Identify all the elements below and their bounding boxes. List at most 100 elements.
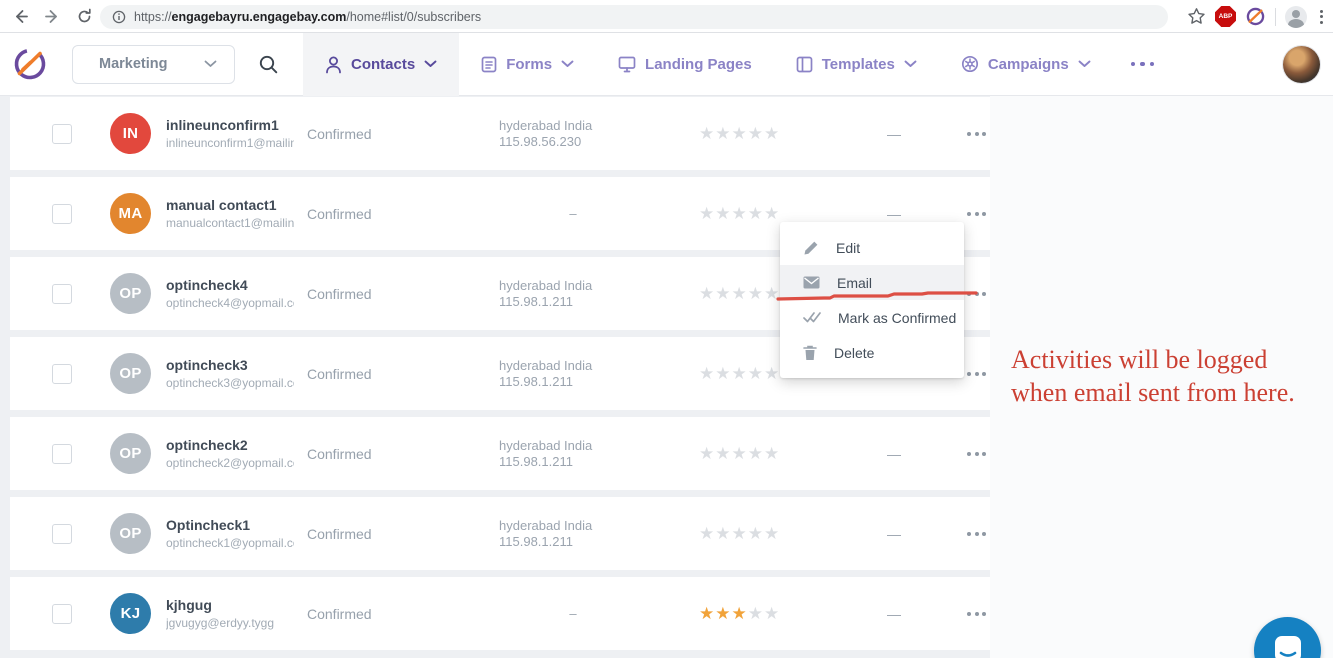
star-empty-icon[interactable]: ★ — [699, 525, 714, 542]
star-empty-icon[interactable]: ★ — [715, 445, 730, 462]
star-rating[interactable]: ★★★★★ — [699, 205, 795, 222]
contact-location: hyderabad India115.98.1.211 — [499, 518, 647, 550]
row-actions-icon[interactable] — [963, 532, 990, 536]
star-empty-icon[interactable]: ★ — [732, 205, 747, 222]
info-icon[interactable] — [112, 10, 126, 24]
browser-toolbar: https://engagebayru.engagebay.com/home#l… — [0, 0, 1333, 33]
browser-menu-icon[interactable] — [1316, 10, 1327, 24]
star-empty-icon[interactable]: ★ — [748, 365, 763, 382]
app-navbar: Marketing Contacts Forms Landing Pages — [0, 33, 1333, 96]
star-rating[interactable]: ★★★★★ — [699, 125, 795, 142]
star-filled-icon[interactable]: ★ — [715, 605, 730, 622]
trash-icon — [803, 345, 817, 361]
row-actions-icon[interactable] — [963, 372, 990, 376]
address-bar[interactable]: https://engagebayru.engagebay.com/home#l… — [100, 5, 1168, 29]
contact-row[interactable]: OP optincheck2 optincheck2@yopmail.co...… — [10, 417, 990, 490]
contact-row[interactable]: IN inlineunconfirm1 inlineunconfirm1@mai… — [10, 97, 990, 170]
workspace-dropdown[interactable]: Marketing — [72, 45, 235, 84]
star-empty-icon[interactable]: ★ — [732, 525, 747, 542]
contact-email: optincheck2@yopmail.co... — [166, 456, 294, 470]
form-icon — [481, 56, 497, 73]
chevron-down-icon — [904, 60, 917, 68]
star-empty-icon[interactable]: ★ — [748, 205, 763, 222]
search-button[interactable] — [258, 54, 279, 75]
star-empty-icon[interactable]: ★ — [748, 525, 763, 542]
browser-profile-avatar[interactable] — [1285, 6, 1307, 28]
star-rating[interactable]: ★★★★★ — [699, 605, 795, 622]
star-empty-icon[interactable]: ★ — [715, 365, 730, 382]
star-empty-icon[interactable]: ★ — [732, 445, 747, 462]
nav-item-campaigns[interactable]: Campaigns — [939, 33, 1113, 96]
browser-forward-icon[interactable] — [40, 4, 64, 28]
row-actions-icon[interactable] — [963, 212, 990, 216]
row-checkbox[interactable] — [52, 124, 72, 144]
contact-email: jgvugyg@erdyy.tygg — [166, 616, 294, 630]
annotation-text: Activities will be logged when email sen… — [1011, 343, 1333, 409]
user-avatar[interactable] — [1283, 46, 1320, 83]
nav-item-landing-pages[interactable]: Landing Pages — [596, 33, 774, 96]
nav-item-templates[interactable]: Templates — [774, 33, 939, 96]
menu-item-edit[interactable]: Edit — [780, 230, 964, 265]
contact-score: — — [839, 446, 949, 462]
nav-item-contacts[interactable]: Contacts — [303, 33, 459, 96]
adblock-extension-icon[interactable]: ABP — [1215, 6, 1236, 27]
row-actions-icon[interactable] — [963, 452, 990, 456]
nav-item-forms[interactable]: Forms — [459, 33, 596, 96]
nav-more-icon[interactable] — [1113, 33, 1173, 96]
star-empty-icon[interactable]: ★ — [715, 285, 730, 302]
bookmark-star-icon[interactable] — [1187, 7, 1206, 26]
row-checkbox[interactable] — [52, 284, 72, 304]
star-empty-icon[interactable]: ★ — [748, 125, 763, 142]
star-empty-icon[interactable]: ★ — [764, 525, 779, 542]
template-icon — [796, 56, 813, 73]
star-empty-icon[interactable]: ★ — [732, 365, 747, 382]
row-checkbox[interactable] — [52, 204, 72, 224]
engagebay-logo-icon[interactable] — [8, 45, 52, 83]
star-empty-icon[interactable]: ★ — [732, 125, 747, 142]
contact-name: optincheck4 — [166, 277, 294, 293]
menu-item-mark-as-confirmed[interactable]: Mark as Confirmed — [780, 300, 964, 335]
star-empty-icon[interactable]: ★ — [748, 605, 763, 622]
star-empty-icon[interactable]: ★ — [699, 285, 714, 302]
star-filled-icon[interactable]: ★ — [732, 605, 747, 622]
row-checkbox[interactable] — [52, 604, 72, 624]
row-checkbox[interactable] — [52, 524, 72, 544]
star-filled-icon[interactable]: ★ — [699, 605, 714, 622]
star-empty-icon[interactable]: ★ — [764, 205, 779, 222]
star-empty-icon[interactable]: ★ — [699, 365, 714, 382]
row-checkbox[interactable] — [52, 364, 72, 384]
star-empty-icon[interactable]: ★ — [764, 445, 779, 462]
star-empty-icon[interactable]: ★ — [699, 125, 714, 142]
browser-reload-icon[interactable] — [72, 4, 96, 28]
star-empty-icon[interactable]: ★ — [764, 605, 779, 622]
contact-location: hyderabad India115.98.1.211 — [499, 278, 647, 310]
row-actions-icon[interactable] — [963, 612, 990, 616]
subscribers-list-area: IN inlineunconfirm1 inlineunconfirm1@mai… — [0, 96, 1333, 658]
star-empty-icon[interactable]: ★ — [715, 125, 730, 142]
star-rating[interactable]: ★★★★★ — [699, 445, 795, 462]
star-empty-icon[interactable]: ★ — [715, 525, 730, 542]
star-empty-icon[interactable]: ★ — [732, 285, 747, 302]
contact-status: Confirmed — [307, 206, 447, 222]
engagebay-extension-icon[interactable] — [1245, 6, 1266, 27]
star-empty-icon[interactable]: ★ — [699, 205, 714, 222]
star-empty-icon[interactable]: ★ — [748, 445, 763, 462]
menu-item-delete[interactable]: Delete — [780, 335, 964, 370]
star-empty-icon[interactable]: ★ — [764, 125, 779, 142]
star-empty-icon[interactable]: ★ — [748, 285, 763, 302]
search-icon — [258, 54, 279, 75]
contact-row[interactable]: OP Optincheck1 optincheck1@yopmail.co...… — [10, 497, 990, 570]
contact-avatar: OP — [110, 433, 151, 474]
star-empty-icon[interactable]: ★ — [699, 445, 714, 462]
star-empty-icon[interactable]: ★ — [715, 205, 730, 222]
star-empty-icon[interactable]: ★ — [764, 365, 779, 382]
divider — [1275, 8, 1276, 26]
envelope-icon — [803, 276, 820, 289]
star-rating[interactable]: ★★★★★ — [699, 525, 795, 542]
browser-back-icon[interactable] — [8, 4, 32, 28]
contact-row[interactable]: KJ kjhgug jgvugyg@erdyy.tygg Confirmed –… — [10, 577, 990, 650]
row-checkbox[interactable] — [52, 444, 72, 464]
row-actions-icon[interactable] — [963, 132, 990, 136]
contact-location: hyderabad India115.98.1.211 — [499, 438, 647, 470]
contact-status: Confirmed — [307, 446, 447, 462]
